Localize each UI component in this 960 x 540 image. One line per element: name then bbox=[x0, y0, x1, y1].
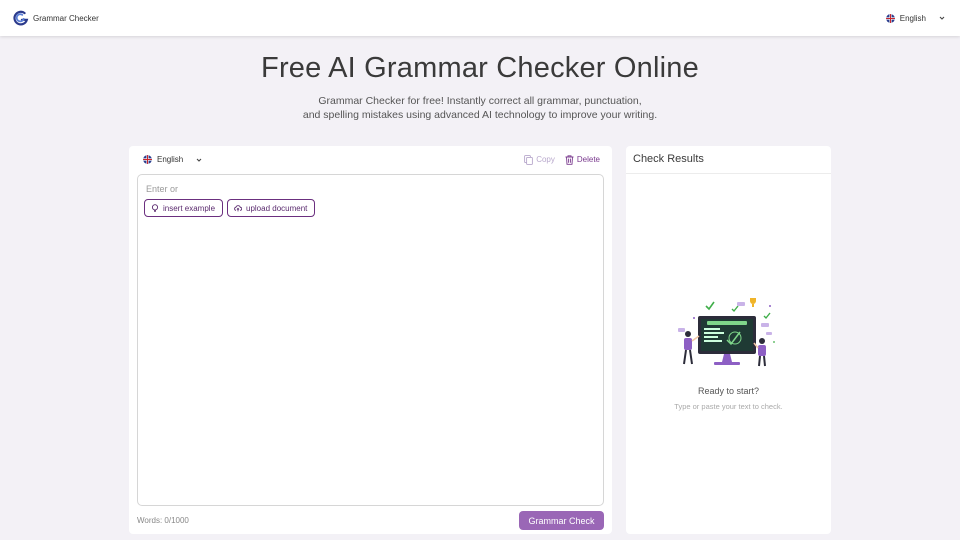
top-navigation-bar: Grammar Checker English bbox=[0, 0, 960, 36]
ready-illustration-image bbox=[678, 298, 775, 367]
ready-heading: Ready to start? bbox=[697, 386, 760, 396]
editor-toolbar: English Copy Delete bbox=[129, 146, 612, 173]
results-title: Check Results bbox=[633, 153, 704, 165]
insert-example-button[interactable]: insert example bbox=[144, 199, 223, 217]
delete-button[interactable]: Delete bbox=[565, 154, 600, 165]
insert-example-label: insert example bbox=[163, 203, 216, 213]
uk-flag-icon bbox=[143, 155, 152, 164]
page-title: Free AI Grammar Checker Online bbox=[261, 52, 699, 84]
editor-language-label: English bbox=[157, 155, 184, 164]
subtitle-line-1: Grammar Checker for free! Instantly corr… bbox=[318, 95, 642, 107]
copy-icon bbox=[524, 154, 534, 165]
cloud-upload-icon bbox=[234, 205, 242, 212]
trash-icon bbox=[565, 154, 574, 165]
delete-label: Delete bbox=[576, 155, 600, 164]
grammar-checker-logo-icon bbox=[13, 10, 29, 26]
upload-document-label: upload document bbox=[246, 203, 308, 213]
editor-language-selector[interactable]: English bbox=[143, 155, 203, 164]
ready-subtext: Type or paste your text to check. bbox=[674, 402, 783, 411]
header-language-label: English bbox=[899, 13, 926, 23]
chevron-down-icon bbox=[196, 158, 202, 162]
brand-home-link[interactable]: Grammar Checker bbox=[12, 9, 99, 27]
page-subtitle: Grammar Checker for free! Instantly corr… bbox=[0, 94, 960, 122]
chevron-down-icon bbox=[939, 16, 945, 20]
text-input-placeholder: Enter or bbox=[146, 184, 179, 194]
text-input-area[interactable]: Enter or insert example upload document bbox=[137, 174, 604, 506]
copy-button[interactable]: Copy bbox=[524, 154, 555, 165]
results-divider bbox=[626, 173, 831, 174]
grammar-check-button[interactable]: Grammar Check bbox=[519, 511, 604, 530]
brand-name: Grammar Checker bbox=[33, 13, 99, 23]
copy-label: Copy bbox=[536, 155, 555, 164]
results-panel: Check Results Ready to start? Type or pa… bbox=[626, 146, 831, 534]
word-count: Words: 0/1000 bbox=[137, 516, 189, 525]
uk-flag-icon bbox=[885, 13, 895, 23]
editor-actions: Copy Delete bbox=[524, 154, 600, 165]
lightbulb-icon bbox=[151, 204, 159, 212]
upload-document-button[interactable]: upload document bbox=[227, 199, 315, 217]
header-language-selector[interactable]: English bbox=[885, 13, 946, 23]
editor-panel: English Copy Delete Enter or insert exam… bbox=[129, 146, 612, 534]
subtitle-line-2: and spelling mistakes using advanced AI … bbox=[302, 109, 658, 121]
